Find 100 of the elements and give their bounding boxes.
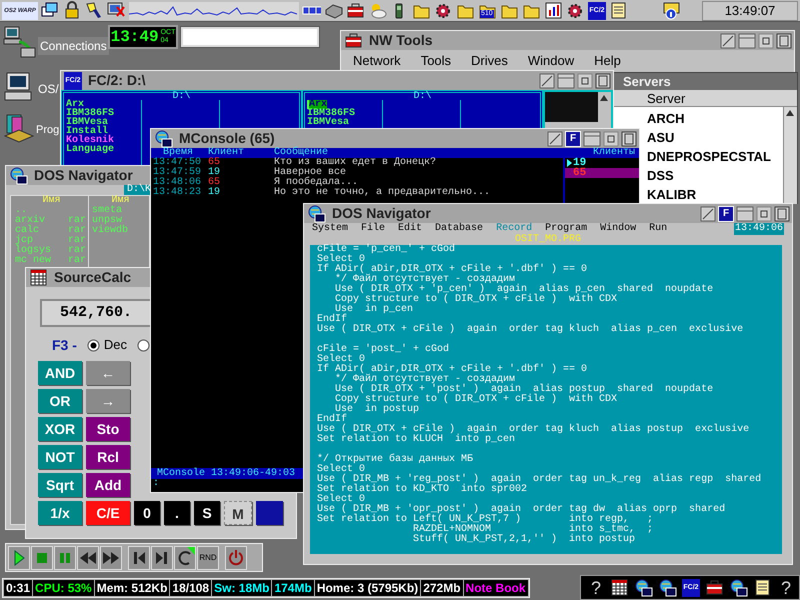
hide-button[interactable] — [539, 72, 555, 88]
notepad-icon[interactable] — [753, 578, 772, 597]
hide-button[interactable] — [547, 130, 563, 146]
forward-button[interactable] — [100, 546, 122, 570]
menu-item[interactable]: Tools — [420, 51, 452, 71]
globe-icon[interactable] — [9, 166, 28, 185]
float-button[interactable]: F — [718, 206, 734, 222]
file-name[interactable]: Kolesnik — [66, 136, 114, 145]
flashlight-icon[interactable] — [85, 1, 104, 20]
calculator-key[interactable]: M — [224, 501, 252, 525]
globe-icon[interactable] — [729, 578, 748, 597]
previous-button[interactable] — [128, 546, 150, 570]
maximize-button[interactable] — [774, 206, 790, 222]
rollup-button[interactable] — [583, 130, 601, 146]
column-header: Сообщение — [274, 148, 330, 158]
scrollbar[interactable] — [783, 107, 797, 204]
toolbox-icon[interactable] — [344, 31, 363, 50]
menu-item[interactable]: Edit — [398, 223, 422, 235]
random-button[interactable]: RND — [197, 546, 219, 570]
next-button[interactable] — [151, 546, 173, 570]
client-item[interactable]: 19 — [565, 158, 639, 168]
file-name[interactable]: IBMVesa — [66, 118, 108, 127]
menu-item[interactable]: Help — [594, 51, 621, 71]
minimize-button[interactable] — [603, 130, 619, 146]
power-button[interactable] — [225, 546, 247, 570]
calculator-key[interactable]: XOR — [38, 417, 82, 441]
code-line: Use in p_cen — [335, 305, 414, 315]
menu-item[interactable]: Run — [649, 223, 668, 235]
file-name[interactable]: IBMVesa — [307, 118, 350, 127]
minimize-button[interactable] — [758, 32, 774, 48]
file-name[interactable]: Language — [66, 145, 114, 154]
file-name[interactable]: IBM386FS — [66, 109, 114, 118]
globe-icon[interactable] — [658, 578, 677, 597]
globe-icon[interactable] — [307, 204, 326, 223]
file-name[interactable]: Arx — [307, 100, 328, 109]
help-icon[interactable]: ? — [777, 578, 795, 598]
maximize-button[interactable] — [621, 130, 637, 146]
text-field[interactable] — [180, 26, 320, 48]
calculator-icon[interactable] — [610, 578, 629, 597]
radio-button[interactable] — [86, 338, 100, 352]
file-name[interactable]: Install — [66, 127, 108, 136]
stop-button[interactable] — [31, 546, 53, 570]
play-button[interactable] — [8, 546, 30, 570]
rollup-button[interactable] — [736, 206, 754, 222]
icon-label[interactable]: OS/ — [38, 80, 59, 98]
calculator-key[interactable]: 1/x — [38, 501, 82, 525]
menu-item[interactable]: Drives — [471, 51, 508, 71]
help-icon[interactable]: ? — [587, 578, 605, 598]
server-item[interactable]: ARCH — [643, 109, 783, 128]
maximize-button[interactable] — [595, 72, 611, 88]
minimize-button[interactable] — [577, 72, 593, 88]
file-name[interactable]: IBM386FS — [307, 109, 356, 118]
menu-item[interactable]: Window — [528, 51, 574, 71]
globe-icon[interactable] — [154, 129, 173, 148]
float-button[interactable]: F — [565, 130, 581, 146]
rollup-button[interactable] — [738, 32, 756, 48]
calculator-key[interactable]: NOT — [38, 445, 82, 469]
calculator-key[interactable]: Rcl — [86, 445, 130, 469]
chart-icon[interactable] — [544, 1, 563, 20]
globe-icon[interactable] — [634, 578, 653, 597]
calculator-key[interactable]: S — [194, 501, 220, 525]
menu-item[interactable]: File — [361, 223, 386, 235]
gear-icon[interactable] — [566, 1, 585, 20]
toolbox-icon[interactable] — [346, 1, 365, 20]
calculator-key[interactable]: Add — [86, 473, 130, 497]
repeat-button[interactable] — [174, 546, 196, 570]
calculator-icon[interactable] — [29, 268, 48, 287]
server-item[interactable]: DNEPROSPECSTAL — [643, 147, 783, 166]
menu-item[interactable]: Window — [600, 223, 636, 235]
maximize-button[interactable] — [776, 32, 792, 48]
calculator-key[interactable]: Sto — [86, 417, 130, 441]
icon-label[interactable]: Connections — [38, 37, 109, 55]
code-line: If ADir( aDir,DIR_OTX + cFile + '.dbf' ) == 0 — [317, 265, 588, 275]
server-item[interactable]: ASU — [643, 128, 783, 147]
rollup-button[interactable] — [557, 72, 575, 88]
server-item[interactable]: DSS — [643, 166, 783, 185]
toolbox-icon[interactable] — [705, 578, 724, 597]
icon-label[interactable]: Prog — [36, 122, 60, 138]
server-item[interactable]: KALIBR — [643, 185, 783, 204]
menu-item[interactable]: System — [312, 223, 348, 235]
radio-label[interactable]: Dec — [104, 335, 128, 355]
calculator-key[interactable]: OR — [38, 389, 82, 413]
computer-network-icon[interactable] — [3, 26, 37, 60]
info-icon[interactable] — [662, 1, 681, 20]
calculator-key[interactable]: . — [164, 501, 190, 525]
menu-item[interactable]: Program — [545, 223, 588, 235]
menu-item[interactable]: Database — [435, 223, 484, 235]
hide-button[interactable] — [720, 32, 736, 48]
calculator-key[interactable]: 0 — [134, 501, 160, 525]
minimize-button[interactable] — [756, 206, 772, 222]
calculator-key[interactable]: AND — [38, 361, 82, 385]
rewind-button[interactable] — [77, 546, 99, 570]
calculator-key[interactable]: Sqrt — [38, 473, 82, 497]
calculator-key[interactable]: C/E — [86, 501, 130, 525]
notepad-icon[interactable] — [609, 1, 628, 20]
file-name[interactable]: Arx — [66, 100, 84, 109]
radio-button[interactable] — [137, 338, 150, 352]
menu-item[interactable]: Network — [353, 51, 401, 71]
hide-button[interactable] — [700, 206, 716, 222]
gear-icon[interactable] — [434, 1, 453, 20]
